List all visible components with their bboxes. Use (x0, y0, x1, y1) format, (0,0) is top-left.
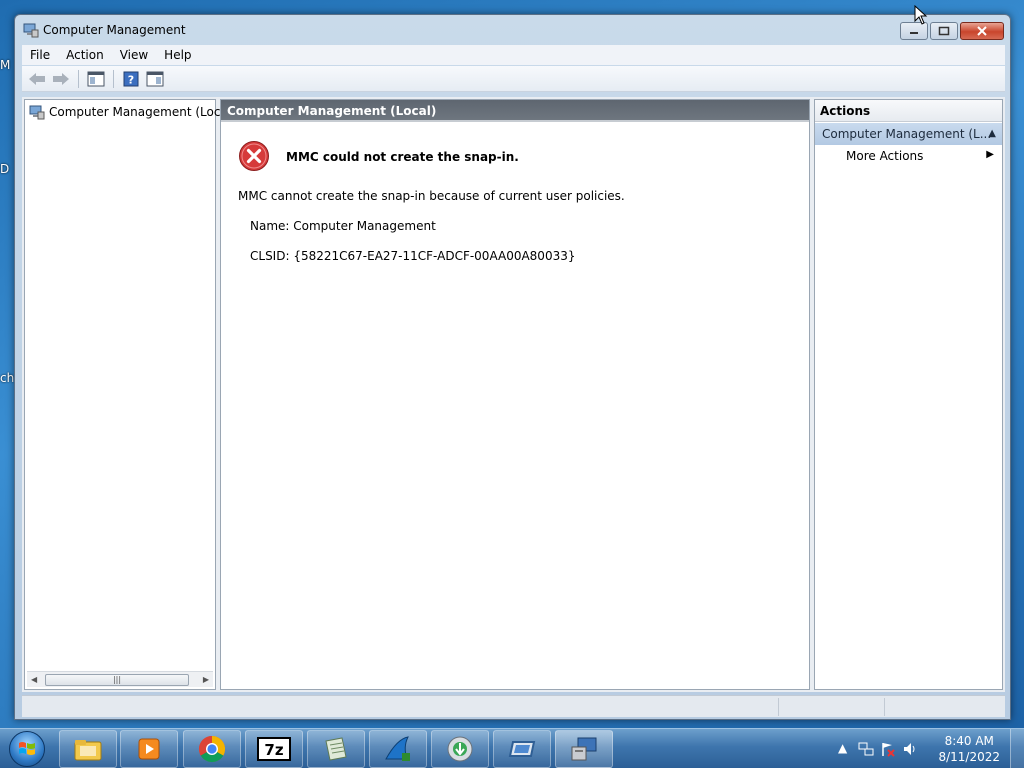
remote-desktop-icon (508, 741, 536, 757)
computer-management-icon (571, 737, 597, 761)
start-button[interactable] (9, 731, 45, 767)
menu-help[interactable]: Help (156, 48, 199, 62)
show-hide-tree-button[interactable] (85, 69, 107, 89)
chrome-icon (198, 735, 226, 763)
status-bar (22, 695, 1005, 717)
error-title: MMC could not create the snap-in. (286, 150, 519, 164)
clock-date: 8/11/2022 (938, 750, 1000, 764)
mouse-cursor-icon (914, 5, 928, 25)
clock[interactable]: 8:40 AM 8/11/2022 (938, 733, 1000, 765)
console-tree-icon (87, 71, 105, 86)
volume-icon[interactable] (902, 741, 918, 757)
menu-view[interactable]: View (112, 48, 156, 62)
actions-group-label: Computer Management (L... (822, 127, 992, 141)
action-center-flag-icon[interactable] (880, 741, 896, 757)
toolbar-separator (78, 69, 79, 88)
results-pane: Computer Management (Local) MMC could no… (220, 99, 810, 690)
title-bar[interactable]: Computer Management (15, 15, 1010, 45)
taskbar-media-player[interactable] (120, 730, 178, 768)
show-hidden-icons-icon[interactable]: ▲ (838, 741, 847, 755)
notepad-icon (325, 737, 347, 761)
computer-management-icon (29, 105, 45, 120)
submenu-arrow-icon: ▶ (986, 149, 994, 160)
status-bar-divider (778, 698, 779, 716)
desktop-icon-label: D (0, 162, 10, 176)
network-icon[interactable] (858, 741, 874, 757)
desktop-icon-label: ch (0, 371, 15, 385)
collapse-up-icon[interactable]: ▲ (988, 123, 996, 145)
forward-button[interactable] (50, 69, 72, 89)
toolbar-separator (113, 69, 114, 88)
taskbar-chrome[interactable] (183, 730, 241, 768)
scroll-right-icon[interactable]: ▶ (203, 675, 209, 684)
menu-file[interactable]: File (22, 48, 58, 62)
svg-text:7z: 7z (264, 741, 283, 759)
taskbar-installer[interactable] (431, 730, 489, 768)
clock-time: 8:40 AM (944, 734, 994, 748)
mmc-client-area: Computer Management (Local ◀ ||| ▶ Compu… (22, 97, 1005, 692)
help-icon: ? (123, 71, 139, 86)
actions-header: Actions (815, 100, 1002, 122)
back-arrow-icon (29, 72, 45, 85)
svg-text:?: ? (128, 73, 134, 86)
more-actions-item[interactable]: More Actions (846, 149, 923, 163)
minimize-icon (910, 32, 918, 34)
close-icon (977, 26, 987, 36)
show-hide-action-pane-button[interactable] (144, 69, 166, 89)
computer-management-icon (23, 23, 39, 38)
toolbar: ? (22, 66, 1005, 92)
actions-group-computer-management[interactable]: Computer Management (L... ▲ (815, 123, 1002, 145)
scroll-left-icon[interactable]: ◀ (31, 675, 37, 684)
actions-pane: Actions Computer Management (L... ▲ More… (814, 99, 1003, 690)
back-button[interactable] (26, 69, 48, 89)
action-pane-icon (146, 71, 164, 86)
scrollbar-thumb[interactable]: ||| (45, 674, 189, 686)
maximize-button[interactable] (930, 22, 958, 40)
menu-action[interactable]: Action (58, 48, 112, 62)
system-tray: ▲ 8:40 AM 8/11/2022 (834, 729, 1024, 768)
taskbar-notepad[interactable] (307, 730, 365, 768)
error-message: MMC cannot create the snap-in because of… (238, 189, 625, 203)
media-player-icon (138, 738, 160, 760)
console-tree-pane: Computer Management (Local ◀ ||| ▶ (24, 99, 231, 690)
taskbar-remote-desktop[interactable] (493, 730, 551, 768)
folder-icon (74, 740, 102, 761)
results-pane-header: Computer Management (Local) (221, 100, 809, 122)
tree-item-label: Computer Management (Local (49, 105, 232, 119)
desktop-icon-label: M (0, 58, 11, 72)
taskbar-computer-management[interactable] (555, 730, 613, 768)
tree-item-computer-management[interactable]: Computer Management (Local (29, 104, 231, 120)
taskbar-file-explorer[interactable] (59, 730, 117, 768)
windows-logo-icon (19, 742, 35, 755)
computer-management-window: Computer Management File Action View Hel… (14, 14, 1011, 720)
taskbar-7zip[interactable]: 7z (245, 730, 303, 768)
installer-disc-icon (447, 736, 473, 762)
snap-in-clsid: CLSID: {58221C67-EA27-11CF-ADCF-00AA00A8… (250, 249, 576, 263)
window-title: Computer Management (43, 23, 186, 37)
forward-arrow-icon (53, 72, 69, 85)
status-bar-divider (884, 698, 885, 716)
horizontal-scrollbar[interactable]: ◀ ||| ▶ (27, 671, 213, 687)
taskbar-wireshark[interactable] (369, 730, 427, 768)
restore-icon (938, 26, 950, 36)
7zip-icon: 7z (257, 737, 291, 761)
error-icon (239, 141, 269, 171)
shark-fin-icon (385, 736, 410, 761)
help-button[interactable]: ? (120, 69, 142, 89)
taskbar: 7z ▲ 8:40 AM 8/11/2022 (0, 728, 1024, 768)
show-desktop-button[interactable] (1010, 729, 1024, 768)
snap-in-name: Name: Computer Management (250, 219, 436, 233)
menu-bar: File Action View Help (22, 45, 1005, 65)
close-button[interactable] (960, 22, 1004, 40)
